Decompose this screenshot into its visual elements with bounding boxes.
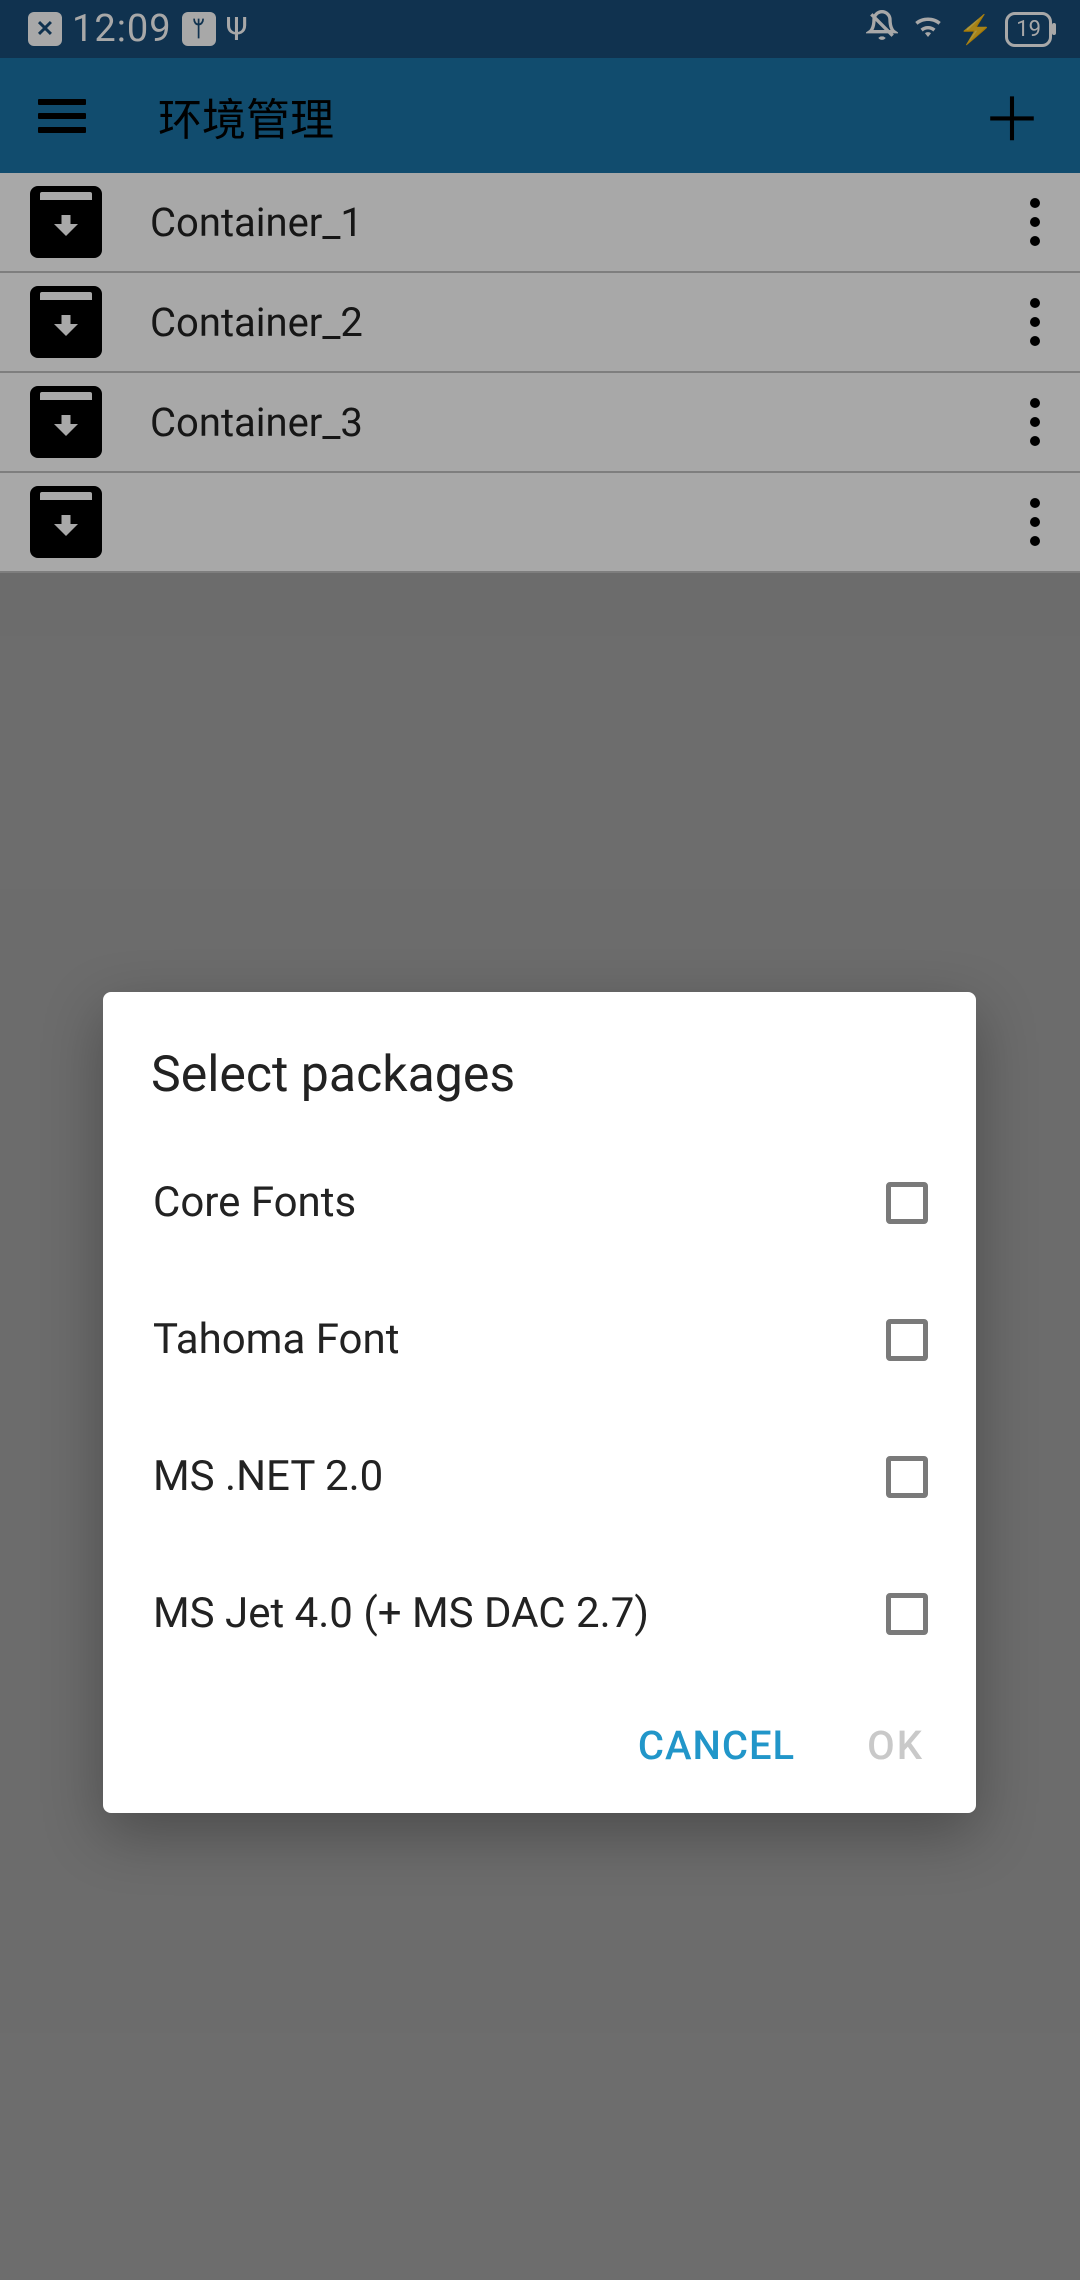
dialog-title: Select packages: [103, 1046, 976, 1134]
select-packages-dialog: Select packages Core Fonts Tahoma Font M…: [103, 992, 976, 1813]
package-option[interactable]: Core Fonts: [103, 1134, 976, 1271]
checkbox[interactable]: [886, 1182, 928, 1224]
package-option[interactable]: Tahoma Font: [103, 1271, 976, 1408]
package-option[interactable]: MS .NET 2.0: [103, 1408, 976, 1545]
checkbox[interactable]: [886, 1319, 928, 1361]
ok-button[interactable]: OK: [867, 1722, 924, 1769]
package-label: MS Jet 4.0 (+ MS DAC 2.7): [133, 1589, 866, 1638]
package-label: Core Fonts: [133, 1178, 866, 1227]
package-label: MS .NET 2.0: [133, 1452, 866, 1501]
package-label: Tahoma Font: [133, 1315, 866, 1364]
checkbox[interactable]: [886, 1456, 928, 1498]
checkbox[interactable]: [886, 1593, 928, 1635]
cancel-button[interactable]: CANCEL: [638, 1722, 795, 1769]
package-option[interactable]: MS Jet 4.0 (+ MS DAC 2.7): [103, 1545, 976, 1682]
